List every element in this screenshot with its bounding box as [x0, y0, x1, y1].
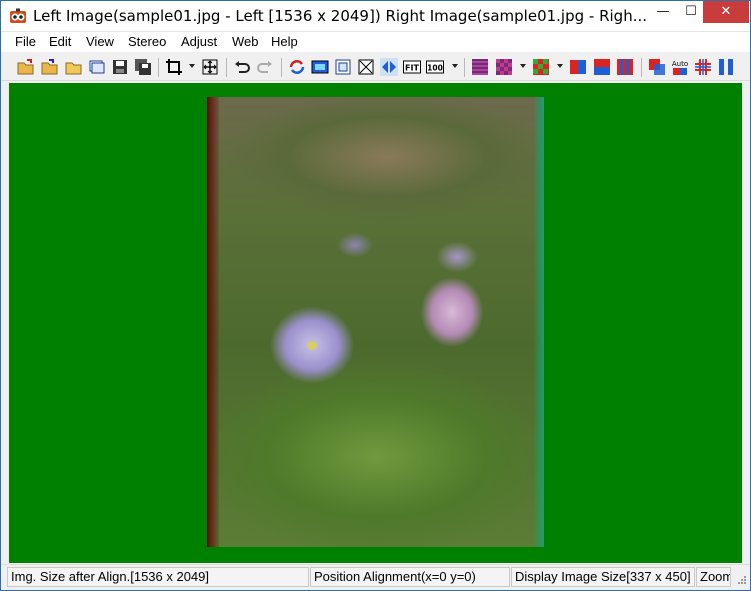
left-eye-edge: [207, 97, 219, 547]
swap-icon[interactable]: [288, 58, 306, 76]
side-by-side-icon[interactable]: [569, 58, 587, 76]
close-icon: ✕: [720, 4, 732, 19]
app-logo-icon: [10, 8, 26, 23]
fit-window-icon[interactable]: [357, 58, 375, 76]
status-display-size: Display Image Size[337 x 450]: [511, 567, 695, 587]
crop-icon[interactable]: [165, 58, 183, 76]
zoom-100-label: 100: [427, 64, 443, 73]
grid-icon[interactable]: [694, 58, 712, 76]
menu-bar: File Edit View Stereo Adjust Web Help: [1, 32, 750, 52]
maximize-icon: ☐: [685, 4, 697, 19]
column-icon[interactable]: [717, 58, 735, 76]
status-zoom: Zoom: [696, 567, 731, 587]
anaglyph-image[interactable]: [207, 97, 544, 547]
status-image-size: Img. Size after Align.[1536 x 2049]: [7, 567, 309, 587]
app-window: Left Image(sample01.jpg - Left [1536 x 2…: [0, 0, 751, 591]
status-bar: Img. Size after Align.[1536 x 2049] Posi…: [1, 564, 750, 590]
toolbar: FIT 100 Auto: [1, 53, 750, 81]
auto-color-icon[interactable]: Auto: [671, 58, 689, 76]
title-bar[interactable]: Left Image(sample01.jpg - Left [1536 x 2…: [1, 1, 750, 32]
over-under-icon[interactable]: [593, 58, 611, 76]
open-right-icon[interactable]: [41, 58, 59, 76]
maximize-button[interactable]: ☐: [677, 1, 705, 23]
minimize-icon: —: [656, 4, 670, 19]
toolbar-separator: [226, 58, 227, 77]
menu-view[interactable]: View: [86, 34, 114, 49]
close-button[interactable]: ✕: [703, 1, 749, 23]
crop-dropdown-icon[interactable]: [189, 64, 195, 68]
menu-edit[interactable]: Edit: [49, 34, 71, 49]
flower-center: [307, 341, 317, 350]
open-stereo-icon[interactable]: [88, 58, 106, 76]
menu-adjust[interactable]: Adjust: [181, 34, 217, 49]
menu-web[interactable]: Web: [232, 34, 259, 49]
zoom-100-icon[interactable]: 100: [426, 58, 444, 76]
right-eye-edge: [534, 97, 544, 547]
open-folder-icon[interactable]: [65, 58, 83, 76]
anaglyph-dropdown-icon[interactable]: [557, 64, 563, 68]
fit-icon[interactable]: FIT: [403, 58, 421, 76]
undo-icon[interactable]: [233, 58, 251, 76]
save-all-icon[interactable]: [134, 58, 152, 76]
toolbar-separator: [641, 58, 642, 77]
auto-label: Auto: [672, 60, 688, 68]
interlaced-icon[interactable]: [471, 58, 489, 76]
auto-align-icon[interactable]: [201, 58, 219, 76]
toolbar-separator: [158, 58, 159, 77]
checkerboard-icon[interactable]: [495, 58, 513, 76]
window-title: Left Image(sample01.jpg - Left [1536 x 2…: [33, 7, 648, 25]
toolbar-separator: [464, 58, 465, 77]
fullscreen-icon[interactable]: [311, 58, 329, 76]
toolbar-separator: [281, 58, 282, 77]
menu-help[interactable]: Help: [271, 34, 298, 49]
redo-icon[interactable]: [256, 58, 274, 76]
color-anaglyph-icon[interactable]: [532, 58, 550, 76]
stereo-mode-dropdown-icon[interactable]: [520, 64, 526, 68]
zoom-dropdown-icon[interactable]: [452, 64, 458, 68]
open-left-icon[interactable]: [17, 58, 35, 76]
fit-label: FIT: [405, 64, 419, 73]
window-icon[interactable]: [334, 58, 352, 76]
mirror-icon[interactable]: [380, 58, 398, 76]
menu-file[interactable]: File: [15, 34, 36, 49]
interleave-icon[interactable]: [616, 58, 634, 76]
status-position: Position Alignment(x=0 y=0): [310, 567, 510, 587]
red-cyan-icon[interactable]: [648, 58, 666, 76]
save-icon[interactable]: [111, 58, 129, 76]
menu-stereo[interactable]: Stereo: [128, 34, 166, 49]
stereo-canvas[interactable]: [9, 83, 742, 563]
minimize-button[interactable]: —: [649, 1, 677, 23]
resize-grip-icon[interactable]: [735, 575, 747, 587]
